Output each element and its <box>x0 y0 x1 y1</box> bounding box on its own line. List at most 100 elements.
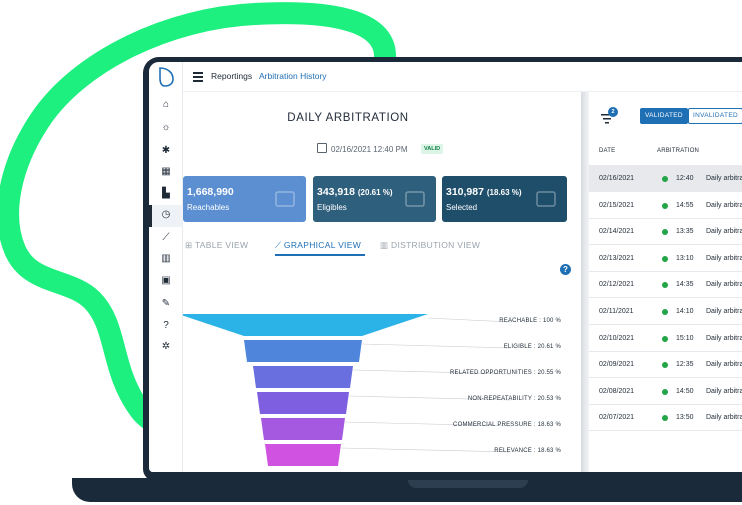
kpi-card-eligibles[interactable]: 343,918 (20.61 %) Eligibles <box>313 176 436 222</box>
kpi-label: Selected <box>446 203 478 212</box>
row-date: 02/07/2021 <box>599 414 635 422</box>
status-dot <box>662 176 668 182</box>
column-chart-icon[interactable]: ▥ <box>158 251 174 267</box>
row-time: 15:10 <box>676 334 694 342</box>
arbitration-date: 02/16/2021 12:40 PM <box>331 145 408 154</box>
breadcrumb-page[interactable]: Arbitration History <box>259 71 327 81</box>
row-date: 02/16/2021 <box>599 175 635 182</box>
funnel-stage-5[interactable] <box>261 418 345 440</box>
settings-icon[interactable]: ✲ <box>158 339 174 355</box>
status-dot <box>662 335 668 342</box>
help-icon[interactable]: ? <box>560 264 571 275</box>
funnel-label: COMMERCIAL PRESSURE : 18.63 % <box>453 422 561 428</box>
row-time: 14:55 <box>676 201 694 209</box>
tab-graphical-view[interactable]: ⟋ GRAPHICAL VIEW <box>275 240 361 251</box>
save-icon[interactable]: ▣ <box>158 273 174 289</box>
row-name: Daily arbitra <box>706 201 742 209</box>
breadcrumb-section[interactable]: Reportings <box>211 71 252 81</box>
status-dot <box>662 415 668 422</box>
users-icon <box>275 191 295 207</box>
brand-logo-icon[interactable] <box>156 66 176 88</box>
table-row[interactable]: 02/09/2021 12:35 Daily arbitra <box>589 351 742 379</box>
row-name: Daily arbitra <box>706 175 742 182</box>
grid-icon[interactable]: ▦ <box>158 164 174 180</box>
sidebar: ⌂ ☼ ✱ ▦ ▙ ◷ ⟋ ▥ ▣ ✎? ✲ <box>149 62 183 472</box>
stage: ⌂ ☼ ✱ ▦ ▙ ◷ ⟋ ▥ ▣ ✎? ✲ Reportings Arbitration Hist… <box>0 0 742 505</box>
row-name: Daily arbitra <box>706 334 742 342</box>
funnel-stage-2[interactable] <box>244 340 362 362</box>
funnel-stage-4[interactable] <box>257 392 349 414</box>
table-row[interactable]: 02/14/2021 13:35 Daily arbitra <box>589 218 742 246</box>
page-title: DAILY ARBITRATION <box>287 112 409 124</box>
row-date: 02/12/2021 <box>599 281 635 289</box>
line-chart-icon[interactable]: ⟋ <box>158 230 174 246</box>
filter-button-invalidated[interactable]: INVALIDATED <box>688 108 742 124</box>
row-time: 12:40 <box>676 175 694 182</box>
table-row[interactable]: 02/10/2021 15:10 Daily arbitra <box>589 325 742 352</box>
row-name: Daily arbitra <box>706 228 742 236</box>
row-date: 02/09/2021 <box>599 361 635 369</box>
filter-count-badge: 2 <box>608 107 618 117</box>
trend-icon: ⟋ <box>275 240 284 250</box>
row-time: 13:35 <box>676 228 694 236</box>
kpi-value: 1,668,990 <box>187 186 234 198</box>
funnel-stage-6[interactable] <box>265 444 341 466</box>
table-row[interactable]: 02/07/2021 13:50 Daily arbitra <box>589 404 742 432</box>
laptop-base-notch <box>408 480 528 488</box>
tab-table-view[interactable]: ⊞ TABLE VIEW <box>185 240 248 251</box>
row-time: 12:35 <box>676 361 694 369</box>
table-row[interactable]: 02/13/2021 13:10 Daily arbitra <box>589 245 742 272</box>
column-header-date[interactable]: DATE <box>599 148 615 154</box>
status-dot <box>662 255 668 262</box>
history-icon[interactable]: ◷ <box>158 207 174 223</box>
row-name: Daily arbitra <box>706 387 742 395</box>
active-tab-underline <box>275 254 365 256</box>
row-date: 02/08/2021 <box>599 387 635 395</box>
row-time: 13:10 <box>676 254 694 262</box>
lightbulb-icon[interactable]: ☼ <box>158 120 174 136</box>
status-dot <box>662 388 668 395</box>
row-time: 13:50 <box>676 414 694 422</box>
table-row[interactable]: 02/16/2021 12:40 Daily arbitra <box>589 165 742 192</box>
status-badge: VALID <box>421 144 444 154</box>
menu-icon[interactable] <box>193 72 203 82</box>
row-name: Daily arbitra <box>706 308 742 315</box>
row-time: 14:35 <box>676 281 694 289</box>
status-dot <box>662 309 668 315</box>
laptop-base <box>72 478 742 502</box>
main-panel: DAILY ARBITRATION 02/16/2021 12:40 PM VA… <box>183 92 581 472</box>
funnel-label: RELEVANCE : 18.63 % <box>494 448 561 454</box>
funnel-stage-3[interactable] <box>253 366 353 388</box>
row-time: 14:10 <box>676 308 694 315</box>
row-date: 02/11/2021 <box>599 308 634 315</box>
column-header-arbitration[interactable]: ARBITRATION <box>657 148 699 154</box>
tab-distribution-view[interactable]: ▥ DISTRIBUTION VIEW <box>380 240 480 251</box>
list-icon <box>405 191 425 207</box>
filter-button-validated[interactable]: VALIDATED <box>640 108 688 124</box>
table-row[interactable]: 02/11/2021 14:10 Daily arbitra <box>589 298 742 325</box>
row-name: Daily arbitra <box>706 361 742 369</box>
table-icon: ⊞ <box>185 240 195 250</box>
bar-chart-icon[interactable]: ▙ <box>158 186 174 202</box>
status-dot <box>662 362 668 369</box>
gear-icon[interactable]: ✱ <box>158 143 174 159</box>
panel-divider <box>581 92 589 472</box>
funnel-icon <box>536 191 556 207</box>
help-icon[interactable]: ? <box>158 318 174 334</box>
table-row[interactable]: 02/08/2021 14:50 Daily arbitra <box>589 378 742 405</box>
home-icon[interactable]: ⌂ <box>158 97 174 113</box>
table-row[interactable]: 02/15/2021 14:55 Daily arbitra <box>589 192 742 219</box>
history-panel: 2 VALIDATEDINVALIDATEDI DATE ARBITRATION… <box>589 92 742 472</box>
kpi-card-selected[interactable]: 310,987 (18.63 %) Selected <box>442 176 567 222</box>
status-dot <box>662 282 668 289</box>
kpi-value: 343,918 (20.61 %) <box>317 186 393 198</box>
table-row[interactable]: 02/12/2021 14:35 Daily arbitra <box>589 271 742 299</box>
row-name: Daily arbitra <box>706 281 742 289</box>
status-dot <box>662 202 668 209</box>
top-bar: Reportings Arbitration History <box>183 62 742 92</box>
wrench-icon[interactable]: ✎ <box>158 296 174 312</box>
row-date: 02/14/2021 <box>599 228 635 236</box>
kpi-card-reachables[interactable]: 1,668,990 Reachables <box>183 176 306 222</box>
calendar-icon <box>317 143 327 153</box>
kpi-label: Eligibles <box>317 203 347 212</box>
